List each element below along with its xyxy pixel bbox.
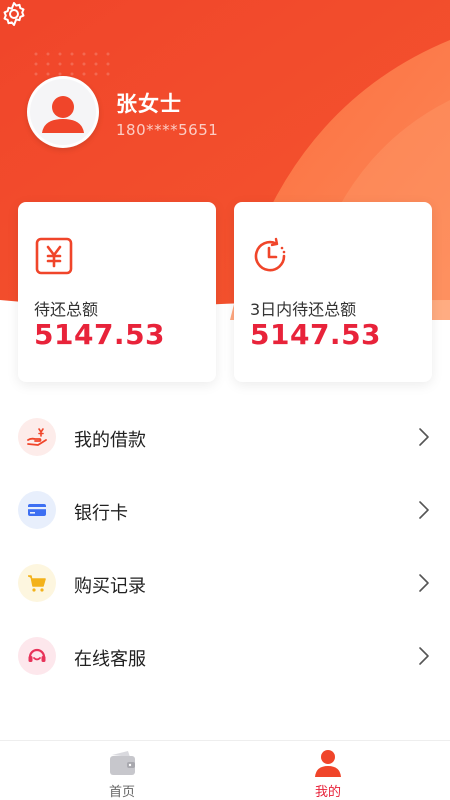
card-value: 5147.53 <box>34 318 166 351</box>
chevron-right-icon <box>419 428 429 446</box>
person-avatar-icon <box>42 96 84 133</box>
due-in-3-days-card[interactable]: 3日内待还总额 5147.53 <box>234 202 432 382</box>
card-label: 3日内待还总额 <box>250 300 357 319</box>
bank-card-icon <box>18 491 56 529</box>
tab-label: 我的 <box>314 785 341 800</box>
chevron-right-icon <box>419 574 429 592</box>
card-value: 5147.53 <box>250 318 382 351</box>
total-due-card[interactable]: 待还总额 5147.53 <box>18 202 216 382</box>
yuan-icon <box>35 237 73 275</box>
bottom-tab-bar: 首页 我的 <box>0 740 450 800</box>
menu-item-label: 银行卡 <box>74 503 128 524</box>
menu-item-purchase-records[interactable]: 购买记录 <box>0 546 450 619</box>
user-name: 张女士 <box>116 92 182 116</box>
clock-icon <box>254 237 286 272</box>
headset-icon <box>18 637 56 675</box>
cart-icon <box>18 564 56 602</box>
user-phone: 180****5651 <box>116 121 219 139</box>
card-label: 待还总额 <box>34 300 99 319</box>
menu-item-label: 购买记录 <box>74 576 146 597</box>
avatar[interactable] <box>27 76 99 148</box>
menu-item-label: 在线客服 <box>74 649 146 670</box>
menu-item-bank-card[interactable]: 银行卡 <box>0 473 450 546</box>
menu-item-online-service[interactable]: 在线客服 <box>0 619 450 692</box>
tab-mine[interactable]: 我的 <box>268 741 388 800</box>
settings-gear-icon[interactable] <box>0 0 28 28</box>
menu-list: 我的借款 银行卡 购买记录 在线客服 <box>0 400 450 692</box>
wallet-icon <box>110 751 135 775</box>
chevron-right-icon <box>419 501 429 519</box>
menu-item-my-loans[interactable]: 我的借款 <box>0 400 450 473</box>
menu-item-label: 我的借款 <box>74 430 146 451</box>
tab-home[interactable]: 首页 <box>62 741 182 800</box>
chevron-right-icon <box>419 647 429 665</box>
tab-label: 首页 <box>108 785 135 800</box>
loan-hand-icon <box>18 418 56 456</box>
person-icon <box>315 750 341 777</box>
